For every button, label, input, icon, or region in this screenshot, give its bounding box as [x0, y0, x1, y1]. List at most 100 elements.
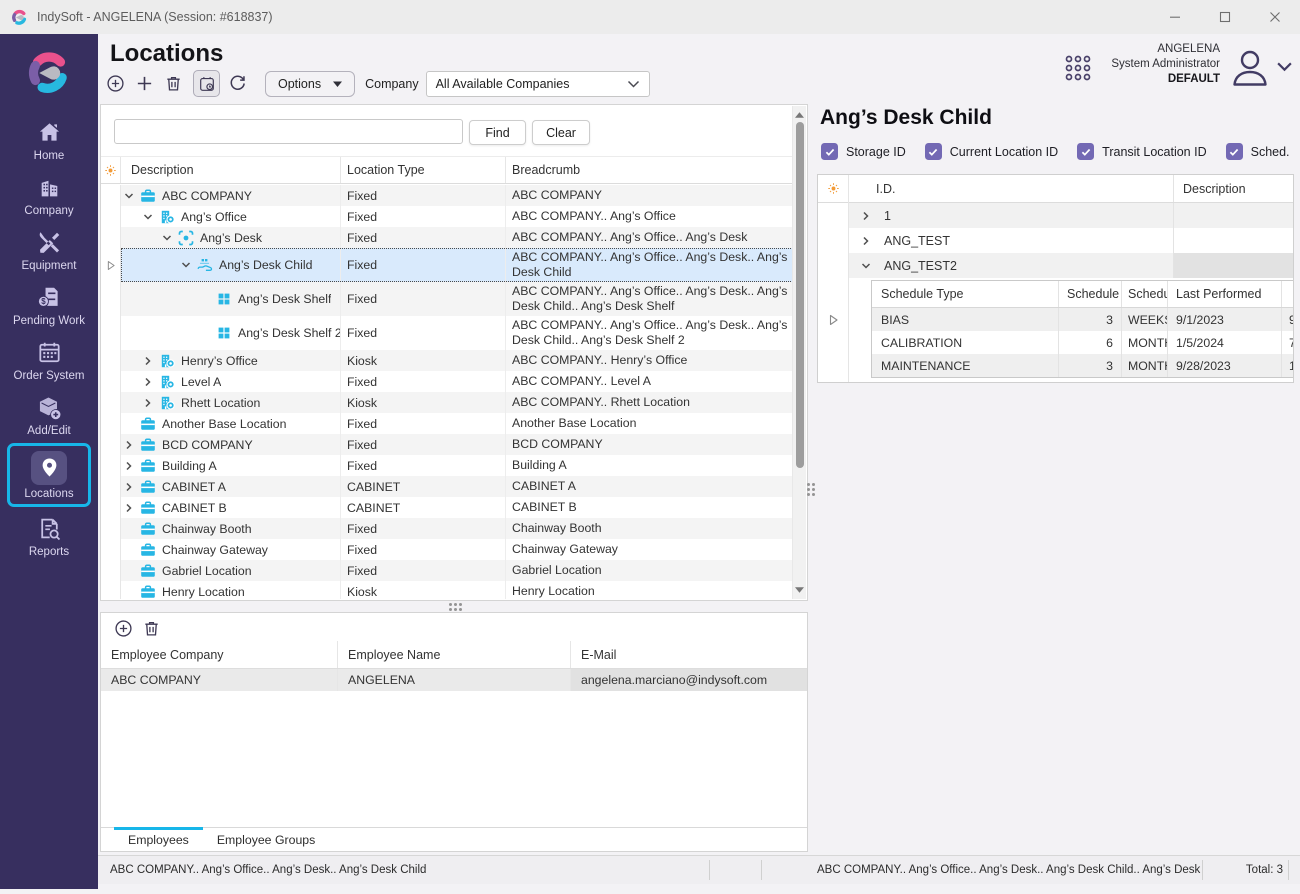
- tab-employee-groups[interactable]: Employee Groups: [203, 828, 329, 851]
- sidebar-item-order-system[interactable]: Order System: [0, 332, 98, 387]
- refresh-button[interactable]: [228, 74, 247, 93]
- add-button[interactable]: [135, 74, 154, 93]
- expand-collapse-icon[interactable]: [860, 210, 872, 222]
- minimize-button[interactable]: [1150, 0, 1200, 34]
- schedule-column-header[interactable]: [1282, 281, 1294, 307]
- schedule-row[interactable]: CALIBRATION6MONTHS1/5/20247: [872, 331, 1294, 354]
- expand-collapse-icon[interactable]: [123, 439, 135, 451]
- sidebar-item-locations[interactable]: Locations: [0, 442, 98, 508]
- equipment-row[interactable]: 1: [818, 203, 1293, 228]
- add-employee-button[interactable]: [114, 619, 133, 638]
- scroll-down-icon[interactable]: [795, 587, 805, 593]
- location-row-main[interactable]: CABINET BCABINETCABINET B: [121, 497, 793, 518]
- location-row[interactable]: ABC COMPANYFixedABC COMPANY: [101, 185, 793, 206]
- options-dropdown[interactable]: Options: [265, 71, 355, 97]
- column-header-employee-company[interactable]: Employee Company: [101, 641, 338, 668]
- schedule-column-header[interactable]: Schedule Type: [872, 281, 1059, 307]
- location-row[interactable]: Chainway GatewayFixedChainway Gateway: [101, 539, 793, 560]
- location-row-main[interactable]: BCD COMPANYFixedBCD COMPANY: [121, 434, 793, 455]
- location-row-main[interactable]: Level AFixedABC COMPANY.. Level A: [121, 371, 793, 392]
- location-row[interactable]: Rhett LocationKioskABC COMPANY.. Rhett L…: [101, 392, 793, 413]
- location-row-main[interactable]: Ang’s Desk ShelfFixedABC COMPANY.. Ang’s…: [121, 282, 793, 316]
- clear-button[interactable]: Clear: [532, 120, 590, 145]
- location-row[interactable]: Building AFixedBuilding A: [101, 455, 793, 476]
- column-header-breadcrumb[interactable]: Breadcrumb: [506, 157, 793, 183]
- close-button[interactable]: [1250, 0, 1300, 34]
- schedule-row[interactable]: MAINTENANCE3MONTHS9/28/20231: [872, 354, 1294, 377]
- expand-collapse-icon[interactable]: [860, 235, 872, 247]
- location-row-main[interactable]: Ang’s Desk ChildFixedABC COMPANY.. Ang’s…: [121, 248, 793, 282]
- expand-collapse-icon[interactable]: [123, 481, 135, 493]
- location-row-main[interactable]: Ang’s OfficeFixedABC COMPANY.. Ang’s Off…: [121, 206, 793, 227]
- column-header-description[interactable]: Description: [1173, 175, 1293, 202]
- sidebar-item-home[interactable]: Home: [0, 112, 98, 167]
- delete-employee-button[interactable]: [142, 619, 161, 638]
- find-button[interactable]: Find: [469, 120, 526, 145]
- scrollbar-thumb[interactable]: [796, 122, 804, 468]
- schedule-column-header[interactable]: Schedu: [1122, 281, 1168, 307]
- sun-settings-icon[interactable]: [827, 182, 840, 195]
- checkbox-current-location-id[interactable]: Current Location ID: [925, 143, 1058, 160]
- location-row[interactable]: Henry LocationKioskHenry Location: [101, 581, 793, 599]
- app-grid-icon[interactable]: [1064, 54, 1092, 82]
- expand-collapse-icon[interactable]: [142, 355, 154, 367]
- location-row-main[interactable]: Gabriel LocationFixedGabriel Location: [121, 560, 793, 581]
- horizontal-splitter-handle[interactable]: [449, 603, 462, 611]
- expand-collapse-icon[interactable]: [142, 211, 154, 223]
- avatar-icon[interactable]: [1228, 46, 1272, 90]
- search-input[interactable]: [114, 119, 463, 144]
- schedule-row[interactable]: BIAS3WEEKS9/1/20239: [872, 308, 1294, 331]
- location-row-main[interactable]: Ang’s Desk Shelf 2FixedABC COMPANY.. Ang…: [121, 316, 793, 350]
- expand-collapse-icon[interactable]: [180, 259, 192, 271]
- location-row[interactable]: Ang’s OfficeFixedABC COMPANY.. Ang’s Off…: [101, 206, 793, 227]
- location-row-main[interactable]: Rhett LocationKioskABC COMPANY.. Rhett L…: [121, 392, 793, 413]
- sidebar-item-equipment[interactable]: Equipment: [0, 222, 98, 277]
- company-select[interactable]: All Available Companies: [426, 71, 650, 97]
- expand-collapse-icon[interactable]: [161, 232, 173, 244]
- location-row-main[interactable]: Henry’s OfficeKioskABC COMPANY.. Henry’s…: [121, 350, 793, 371]
- location-row[interactable]: Ang’s Desk ChildFixedABC COMPANY.. Ang’s…: [101, 248, 793, 282]
- sun-settings-icon[interactable]: [104, 164, 117, 177]
- tab-employees[interactable]: Employees: [114, 828, 203, 851]
- schedule-column-header[interactable]: Last Performed: [1168, 281, 1282, 307]
- checkbox-transit-location-id[interactable]: Transit Location ID: [1077, 143, 1206, 160]
- column-header-description[interactable]: Description: [121, 157, 341, 183]
- location-row[interactable]: Henry’s OfficeKioskABC COMPANY.. Henry’s…: [101, 350, 793, 371]
- scroll-up-icon[interactable]: [795, 112, 805, 118]
- location-row-main[interactable]: ABC COMPANYFixedABC COMPANY: [121, 185, 793, 206]
- location-row[interactable]: Ang’s Desk ShelfFixedABC COMPANY.. Ang’s…: [101, 282, 793, 316]
- equipment-row[interactable]: ANG_TEST: [818, 228, 1293, 253]
- location-row[interactable]: Chainway BoothFixedChainway Booth: [101, 518, 793, 539]
- location-row[interactable]: Ang’s DeskFixedABC COMPANY.. Ang’s Offic…: [101, 227, 793, 248]
- user-menu-chevron-icon[interactable]: [1276, 61, 1293, 72]
- employee-row[interactable]: ABC COMPANYANGELENAangelena.marciano@ind…: [101, 669, 807, 691]
- vertical-splitter-handle[interactable]: [807, 483, 815, 496]
- location-row[interactable]: Level AFixedABC COMPANY.. Level A: [101, 371, 793, 392]
- location-row[interactable]: CABINET ACABINETCABINET A: [101, 476, 793, 497]
- add-circled-button[interactable]: [106, 74, 125, 93]
- checkbox-sched-[interactable]: Sched.: [1226, 143, 1290, 160]
- column-header-employee-name[interactable]: Employee Name: [338, 641, 571, 668]
- location-row[interactable]: CABINET BCABINETCABINET B: [101, 497, 793, 518]
- expand-collapse-icon[interactable]: [142, 397, 154, 409]
- location-row-main[interactable]: Ang’s DeskFixedABC COMPANY.. Ang’s Offic…: [121, 227, 793, 248]
- vertical-scrollbar[interactable]: [792, 106, 806, 599]
- location-row-main[interactable]: Another Base LocationFixedAnother Base L…: [121, 413, 793, 434]
- column-header-id[interactable]: I.D.: [848, 175, 1173, 202]
- location-row-main[interactable]: CABINET ACABINETCABINET A: [121, 476, 793, 497]
- sidebar-item-pending-work[interactable]: $Pending Work: [0, 277, 98, 332]
- delete-button[interactable]: [164, 74, 183, 93]
- schedule-view-toggle[interactable]: [193, 70, 220, 97]
- sidebar-item-company[interactable]: Company: [0, 167, 98, 222]
- checkbox-storage-id[interactable]: Storage ID: [821, 143, 906, 160]
- expand-collapse-icon[interactable]: [123, 190, 135, 202]
- location-row-main[interactable]: Building AFixedBuilding A: [121, 455, 793, 476]
- expand-collapse-icon[interactable]: [860, 260, 872, 272]
- location-row[interactable]: Another Base LocationFixedAnother Base L…: [101, 413, 793, 434]
- column-header-location-type[interactable]: Location Type: [341, 157, 506, 183]
- location-row-main[interactable]: Chainway BoothFixedChainway Booth: [121, 518, 793, 539]
- location-row-main[interactable]: Chainway GatewayFixedChainway Gateway: [121, 539, 793, 560]
- column-header-email[interactable]: E-Mail: [571, 641, 807, 668]
- maximize-button[interactable]: [1200, 0, 1250, 34]
- location-row[interactable]: Ang’s Desk Shelf 2FixedABC COMPANY.. Ang…: [101, 316, 793, 350]
